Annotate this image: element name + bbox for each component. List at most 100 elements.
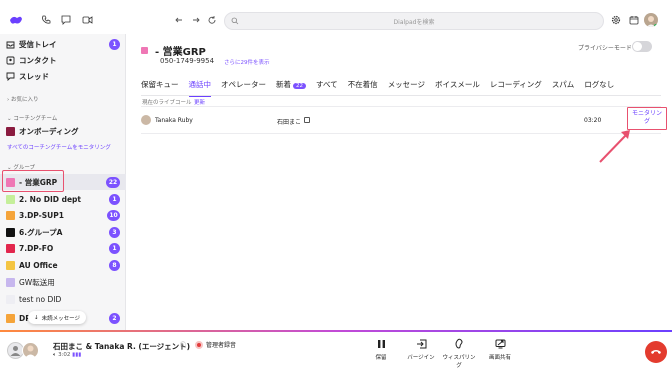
search-input[interactable]: Dialpadを検索 xyxy=(224,12,604,30)
monitor-button[interactable]: モニタリング xyxy=(631,110,663,126)
sidebar-item-label: コンタクト xyxy=(19,55,57,65)
favorites-section[interactable]: › お気に入り xyxy=(7,95,38,103)
sidebar-item-label: オンボーディング xyxy=(19,126,79,136)
group-color-swatch xyxy=(6,314,15,323)
button-label: 画面共有 xyxy=(488,355,511,361)
tab-messages[interactable]: メッセージ xyxy=(388,79,425,93)
section-label: コーチングチーム xyxy=(13,116,58,122)
coaching-section[interactable]: ⌄ コーチングチーム xyxy=(7,114,57,122)
caller-name: Tanaka Ruby xyxy=(155,117,193,124)
chat-icon[interactable] xyxy=(59,13,73,27)
annotation-arrow-icon xyxy=(599,130,630,163)
sidebar-item-label: 3.DP-SUP1 xyxy=(19,210,64,220)
unread-messages-button[interactable]: ↓ 未読メッセージ xyxy=(28,311,86,324)
unread-label: 未読メッセージ xyxy=(41,315,80,322)
privacy-mode-toggle[interactable] xyxy=(632,41,652,52)
button-label: ウィスパリング xyxy=(442,355,476,369)
tab-on-call[interactable]: 通話中 xyxy=(188,79,211,97)
barge-in-button[interactable]: バージイン xyxy=(401,338,441,361)
tab-bar: 保留キュー 通話中 オペレーター 新着 22 すべて 不在着信 メッセージ ボイス… xyxy=(141,79,624,97)
threads-icon xyxy=(6,72,15,81)
tab-missed[interactable]: 不在着信 xyxy=(348,79,378,93)
team-color-swatch xyxy=(6,127,15,136)
count-badge: 8 xyxy=(109,259,120,271)
record-dot-icon xyxy=(195,340,204,349)
sidebar-item-contacts[interactable]: コンタクト xyxy=(0,52,126,68)
chevron-down-icon: ⌄ xyxy=(7,116,12,122)
call-duration: 03:20 xyxy=(584,117,602,124)
group-color-swatch xyxy=(6,295,15,304)
group-phone-number: 050-1749-9954 xyxy=(160,57,215,65)
refresh-link[interactable]: 更新 xyxy=(194,98,205,106)
tab-voicemail[interactable]: ボイスメール xyxy=(435,79,480,93)
sidebar-item-group[interactable]: 7.DP-FO 1 xyxy=(0,240,126,256)
tab-no-log[interactable]: ログなし xyxy=(584,79,614,93)
sidebar-item-inbox[interactable]: 受信トレイ 1 xyxy=(0,36,126,52)
speaker-icon: 🔈︎ xyxy=(53,352,57,358)
recording-badge: ⓘ 管理者録音 xyxy=(180,340,236,349)
count-badge: 1 xyxy=(109,38,120,50)
tab-all[interactable]: すべて xyxy=(316,79,338,93)
section-label: お気に入り xyxy=(10,97,39,103)
agent-name: 石田まこ xyxy=(277,119,302,126)
tab-recordings[interactable]: レコーディング xyxy=(490,79,542,93)
group-color-swatch xyxy=(6,244,15,253)
group-color-swatch xyxy=(6,195,15,204)
sidebar-item-threads[interactable]: スレッド xyxy=(0,68,126,84)
sidebar-item-onboarding[interactable]: オンボーディング xyxy=(0,123,126,139)
tab-new[interactable]: 新着 22 xyxy=(276,79,306,93)
group-color-swatch xyxy=(141,47,148,54)
screen-share-icon xyxy=(480,338,520,350)
sidebar-item-group[interactable]: 2. No DID dept 1 xyxy=(0,191,126,207)
divider xyxy=(141,133,661,134)
show-more-link[interactable]: さらに29件を表示 xyxy=(224,58,270,66)
live-calls-label: 現在のライブコール xyxy=(142,100,192,106)
divider xyxy=(141,95,661,96)
sidebar-item-group[interactable]: test no DID xyxy=(0,291,126,307)
hold-button[interactable]: 保留 xyxy=(361,338,401,361)
group-color-swatch xyxy=(6,278,15,287)
button-label: 保留 xyxy=(375,355,387,361)
monitor-all-coaching-link[interactable]: すべてのコーチングチームをモニタリング xyxy=(7,143,111,151)
hang-up-phone-icon xyxy=(651,350,661,354)
group-color-swatch xyxy=(6,211,15,220)
tab-label: 新着 xyxy=(276,80,291,89)
tab-hold-queue[interactable]: 保留キュー xyxy=(141,79,179,93)
count-badge: 2 xyxy=(109,312,120,324)
settings-gear-icon[interactable] xyxy=(609,13,623,27)
user-avatar[interactable] xyxy=(644,13,658,27)
count-badge: 22 xyxy=(106,176,120,188)
sidebar-item-group[interactable]: 3.DP-SUP1 10 xyxy=(0,207,126,223)
hang-up-button[interactable] xyxy=(645,341,667,363)
call-timer: 🔈︎ 3:02 ▮▮▮ xyxy=(53,352,81,359)
sidebar-item-label: スレッド xyxy=(19,71,49,81)
group-color-swatch xyxy=(6,261,15,270)
active-call-bar: 石田まこ & Tanaka R. (エージェント) ⓘ 管理者録音 🔈︎ 3:0… xyxy=(0,332,672,378)
tab-operators[interactable]: オペレーター xyxy=(221,79,266,93)
whisper-button[interactable]: ウィスパリング xyxy=(441,338,477,369)
back-arrow-icon[interactable] xyxy=(172,13,186,27)
phone-icon[interactable] xyxy=(39,13,53,27)
video-icon[interactable] xyxy=(80,13,94,27)
call-title: 石田まこ & Tanaka R. (エージェント) xyxy=(53,342,191,351)
sidebar-item-group[interactable]: 6.グループA 3 xyxy=(0,224,126,240)
sidebar-item-group[interactable]: AU Office 8 xyxy=(0,257,126,273)
page-title: - 営業GRP xyxy=(141,43,206,58)
forward-arrow-icon[interactable] xyxy=(189,13,203,27)
screen-share-button[interactable]: 画面共有 xyxy=(480,338,520,361)
pause-icon xyxy=(361,338,401,350)
count-badge: 1 xyxy=(109,193,120,205)
refresh-icon[interactable] xyxy=(205,13,219,27)
sidebar-item-group[interactable]: GW転送用 xyxy=(0,274,126,290)
main-panel: - 営業GRP 050-1749-9954 さらに29件を表示 プライバシーモー… xyxy=(127,34,672,330)
tab-spam[interactable]: スパム xyxy=(552,79,575,93)
caller-avatar xyxy=(141,115,151,125)
table-row[interactable]: Tanaka Ruby 石田まこ 03:20 xyxy=(141,114,661,128)
sidebar-item-label: GW転送用 xyxy=(19,277,55,287)
count-badge: 1 xyxy=(109,242,120,254)
privacy-mode-label: プライバシーモード xyxy=(578,45,632,52)
highlight-box-group xyxy=(2,170,64,192)
count-badge: 10 xyxy=(107,209,120,221)
calendar-icon[interactable] xyxy=(627,13,641,27)
agent-avatar xyxy=(22,342,39,359)
